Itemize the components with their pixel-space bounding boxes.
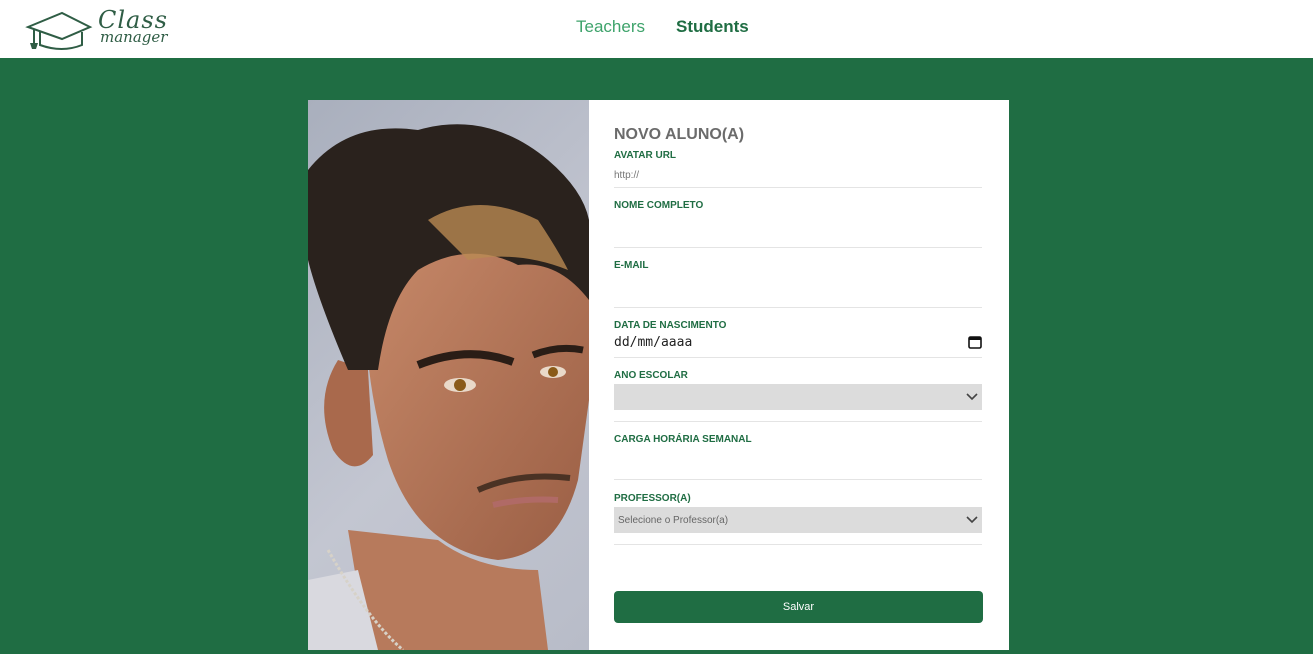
main-nav: Teachers Students: [576, 17, 749, 37]
teacher-label: PROFESSOR(A): [614, 493, 691, 504]
new-student-card: NOVO ALUNO(A) AVATAR URL NOME COMPLETO E…: [308, 100, 1009, 650]
full-name-input[interactable]: [614, 211, 982, 248]
email-input[interactable]: [614, 271, 982, 308]
nav-link-teachers[interactable]: Teachers: [576, 17, 645, 37]
teacher-selected-value: Selecione o Professor(a): [618, 514, 729, 526]
birth-date-field-group: DATA DE NASCIMENTO dd/mm/aaaa: [614, 320, 983, 358]
weekly-hours-label: CARGA HORÁRIA SEMANAL: [614, 434, 752, 445]
avatar-url-input[interactable]: [614, 161, 982, 188]
email-field-group: E-MAIL: [614, 260, 983, 308]
teacher-select-wrap: Selecione o Professor(a): [614, 507, 982, 545]
new-student-form: NOVO ALUNO(A) AVATAR URL NOME COMPLETO E…: [589, 100, 1009, 650]
teacher-field-group: PROFESSOR(A) Selecione o Professor(a): [614, 493, 983, 545]
school-year-select[interactable]: [614, 384, 982, 410]
portrait-illustration: [308, 124, 589, 650]
class-manager-logo[interactable]: Class manager: [24, 6, 184, 52]
avatar-url-label: AVATAR URL: [614, 150, 677, 161]
birth-date-placeholder: dd/mm/aaaa: [614, 334, 693, 350]
logo-line2: manager: [100, 28, 168, 46]
chevron-down-icon: [966, 393, 978, 401]
weekly-hours-input[interactable]: [614, 445, 982, 480]
calendar-icon[interactable]: [968, 335, 982, 349]
top-navbar: Class manager Teachers Students: [0, 0, 1313, 58]
school-year-select-wrap: [614, 384, 982, 422]
birth-date-input[interactable]: dd/mm/aaaa: [614, 331, 982, 358]
weekly-hours-field-group: CARGA HORÁRIA SEMANAL: [614, 434, 983, 480]
chevron-down-icon: [966, 516, 978, 524]
graduation-cap-icon: [25, 11, 93, 50]
save-button[interactable]: Salvar: [614, 591, 983, 623]
avatar-url-field-group: AVATAR URL: [614, 150, 983, 188]
school-year-label: ANO ESCOLAR: [614, 370, 688, 381]
nav-link-students[interactable]: Students: [676, 17, 749, 37]
teacher-select[interactable]: Selecione o Professor(a): [614, 507, 982, 533]
birth-date-label: DATA DE NASCIMENTO: [614, 320, 727, 331]
school-year-field-group: ANO ESCOLAR: [614, 370, 983, 422]
form-title: NOVO ALUNO(A): [614, 126, 745, 143]
full-name-label: NOME COMPLETO: [614, 200, 704, 211]
full-name-field-group: NOME COMPLETO: [614, 200, 983, 248]
logo-text: Class manager: [98, 8, 168, 45]
email-label: E-MAIL: [614, 260, 649, 271]
student-avatar-photo: [308, 100, 589, 650]
